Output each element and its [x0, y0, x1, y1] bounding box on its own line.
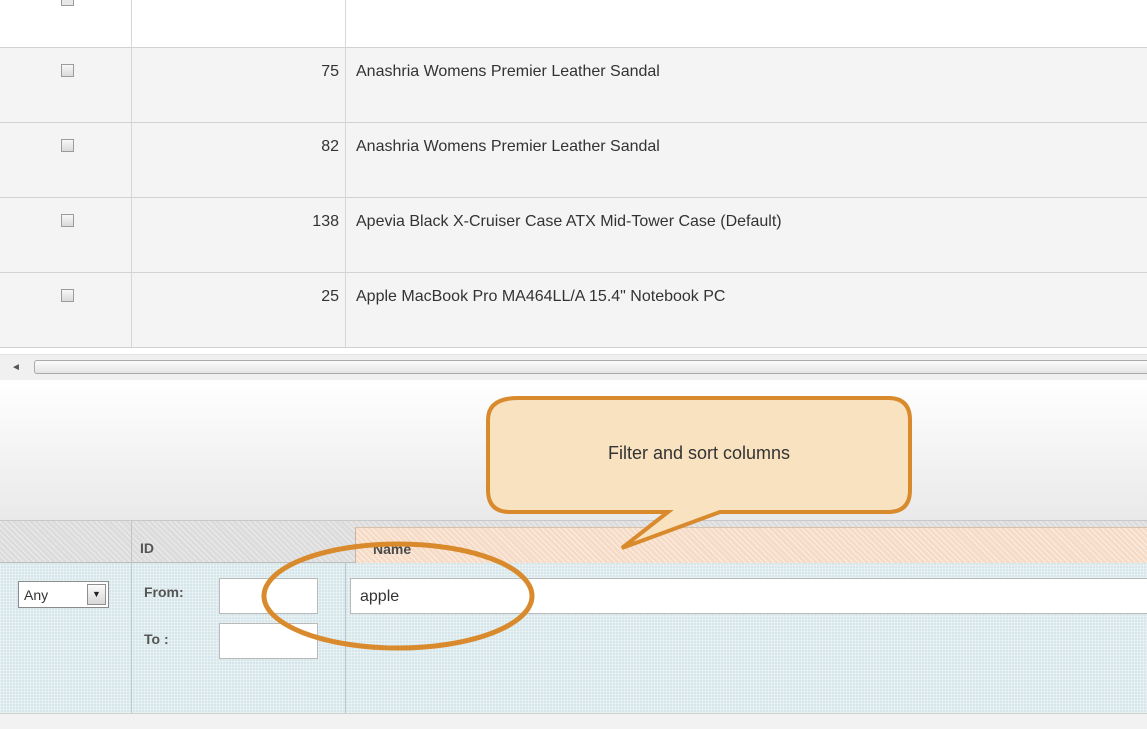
scrollbar-thumb[interactable]: [34, 360, 1147, 374]
row-name: Apevia Black X-Cruiser Case ATX Mid-Towe…: [356, 213, 782, 230]
column-header-id-label: ID: [140, 540, 154, 556]
row-checkbox[interactable]: [61, 289, 74, 302]
row-id: 25: [321, 288, 339, 305]
name-filter-input[interactable]: apple: [350, 578, 1147, 614]
table-row[interactable]: 82 Anashria Womens Premier Leather Sanda…: [0, 122, 1147, 198]
any-select-value: Any: [24, 587, 49, 603]
from-label: From:: [144, 584, 184, 600]
filter-divider: [345, 563, 346, 713]
column-divider: [345, 0, 346, 348]
row-id: 75: [321, 63, 339, 80]
callout-text: Filter and sort columns: [607, 443, 791, 463]
row-checkbox[interactable]: [61, 139, 74, 152]
row-checkbox[interactable]: [61, 214, 74, 227]
row-name: Anashria Womens Premier Leather Sandal: [356, 63, 660, 80]
row-id: 138: [312, 213, 339, 230]
column-header-name-label: Name: [373, 541, 412, 557]
table-row[interactable]: 25 Apple MacBook Pro MA464LL/A 15.4" Not…: [0, 272, 1147, 348]
id-from-input[interactable]: [219, 578, 318, 614]
grid-bottom-border: [0, 347, 1147, 348]
table-row[interactable]: 75 Anashria Womens Premier Leather Sanda…: [0, 47, 1147, 123]
horizontal-scrollbar[interactable]: ◄: [0, 354, 1147, 381]
row-name: Anashria Womens Premier Leather Sandal: [356, 138, 660, 155]
row-checkbox-partial[interactable]: [61, 0, 74, 6]
column-header-name[interactable]: Name: [355, 527, 1147, 564]
grid-footer: [0, 713, 1147, 729]
any-select[interactable]: Any ▼: [18, 581, 109, 608]
filter-row: Any ▼ From: To : apple: [0, 563, 1147, 713]
row-checkbox[interactable]: [61, 64, 74, 77]
partial-row: [0, 0, 1147, 47]
table-row[interactable]: 138 Apevia Black X-Cruiser Case ATX Mid-…: [0, 197, 1147, 273]
scroll-left-arrow-icon[interactable]: ◄: [4, 361, 28, 375]
filter-divider: [131, 563, 132, 713]
id-to-input[interactable]: [219, 623, 318, 659]
to-label: To :: [144, 631, 169, 647]
chevron-down-icon[interactable]: ▼: [87, 584, 106, 605]
row-id: 82: [321, 138, 339, 155]
name-filter-value: apple: [360, 588, 400, 605]
column-divider: [131, 0, 132, 348]
column-header-id[interactable]: ID: [131, 521, 346, 564]
row-name: Apple MacBook Pro MA464LL/A 15.4" Notebo…: [356, 288, 726, 305]
column-header-row: ID Name: [0, 520, 1147, 564]
product-grid: 75 Anashria Womens Premier Leather Sanda…: [0, 0, 1147, 350]
